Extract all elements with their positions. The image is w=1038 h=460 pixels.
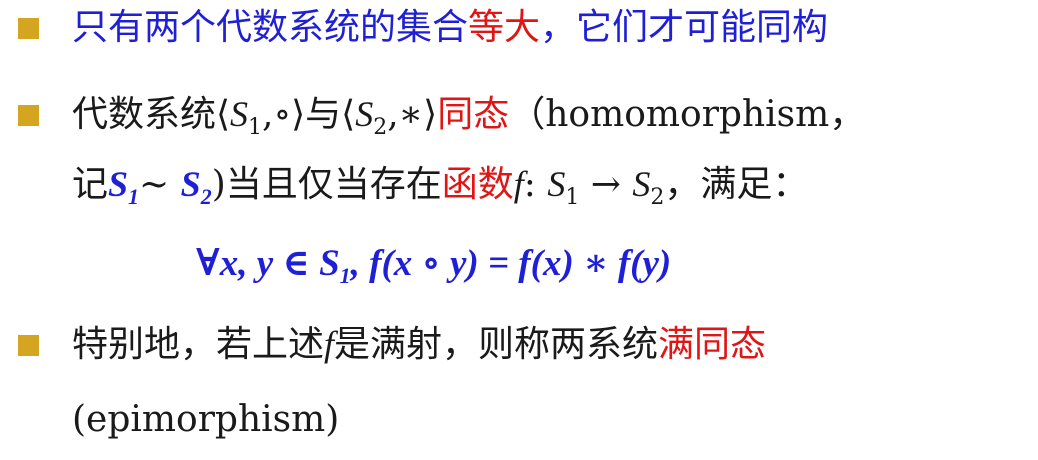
text-span: 记 bbox=[72, 164, 109, 205]
text-span: ,∘⟩与⟨ bbox=[262, 94, 356, 135]
equation: ∀x, y ∈ S1, f(x ∘ y) = f(x) ∗ f(y) bbox=[196, 242, 671, 290]
text-span: ，满足： bbox=[664, 164, 809, 205]
text-span: 是满射，则称两系统 bbox=[334, 324, 659, 365]
text-span: (epimorphism) bbox=[72, 399, 340, 440]
math-symbol: S bbox=[547, 164, 566, 204]
bullet-text-2b: 记S1~ S2)当且仅当存在函数f: S1 → S2，满足： bbox=[72, 162, 808, 212]
highlight-text: 等大 bbox=[468, 7, 541, 48]
subscript: 1 bbox=[565, 185, 580, 210]
subscript: 1 bbox=[248, 115, 263, 140]
math-symbol: S bbox=[180, 164, 201, 204]
highlight-text: 满同态 bbox=[658, 324, 767, 365]
math-symbol: f bbox=[513, 164, 524, 204]
equation-set: S bbox=[319, 243, 340, 284]
text-span: （homomorphism， bbox=[509, 94, 866, 135]
text-span: )当且仅当存在 bbox=[211, 164, 442, 205]
highlight-text: 同态 bbox=[437, 94, 510, 135]
subscript: 2 bbox=[200, 184, 212, 209]
highlight-text: 函数 bbox=[441, 164, 514, 205]
math-symbol: S bbox=[355, 94, 374, 134]
equation-vars: x, y bbox=[219, 243, 274, 284]
math-symbol: S bbox=[230, 94, 249, 134]
bullet-text-3b: (epimorphism) bbox=[72, 398, 339, 442]
equation-rest: , f(x ∘ y) = f(x) ∗ f(y) bbox=[350, 243, 672, 284]
bullet-marker-3 bbox=[18, 335, 39, 356]
equation-in: ∈ bbox=[273, 243, 320, 284]
bullet-text-2a: 代数系统⟨S1,∘⟩与⟨S2,∗⟩同态（homomorphism， bbox=[72, 92, 865, 142]
text-span: ,∗⟩ bbox=[387, 94, 438, 135]
subscript: 1 bbox=[339, 263, 351, 288]
subscript: 2 bbox=[373, 115, 388, 140]
text-span: 代数系统⟨ bbox=[72, 94, 231, 135]
bullet-text-1: 只有两个代数系统的集合等大，它们才可能同构 bbox=[72, 6, 828, 50]
text-span: → bbox=[579, 164, 633, 205]
math-symbol: f bbox=[324, 324, 335, 364]
bullet-marker-2 bbox=[18, 105, 39, 126]
text-span: ，它们才可能同构 bbox=[540, 7, 829, 48]
subscript: 2 bbox=[650, 185, 665, 210]
subscript: 1 bbox=[128, 184, 140, 209]
bullet-text-3a: 特别地，若上述f是满射，则称两系统满同态 bbox=[72, 322, 766, 367]
math-symbol: S bbox=[632, 164, 651, 204]
text-span: : bbox=[523, 164, 548, 205]
text-span: 特别地，若上述 bbox=[72, 324, 325, 365]
text-span: ~ bbox=[139, 164, 181, 205]
math-symbol: S bbox=[108, 164, 129, 204]
forall-symbol: ∀ bbox=[196, 243, 220, 284]
text-span: 只有两个代数系统的集合 bbox=[72, 7, 469, 48]
bullet-marker-1 bbox=[18, 18, 39, 39]
